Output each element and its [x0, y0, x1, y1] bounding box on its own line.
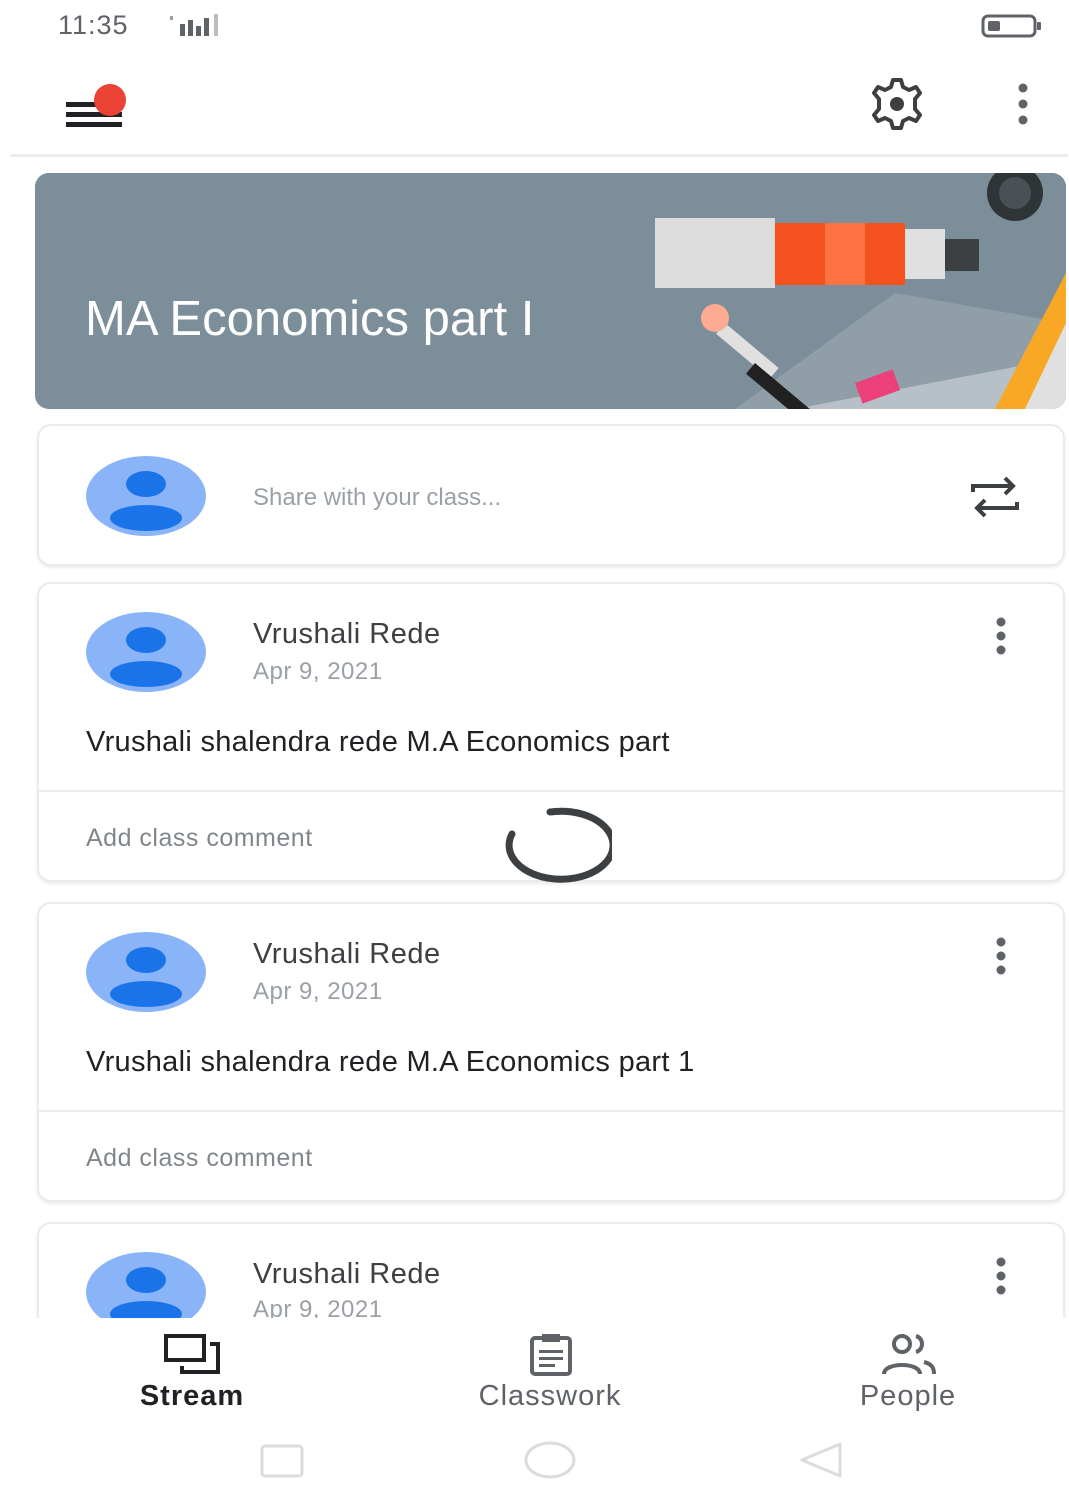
post-more-icon[interactable]	[983, 934, 1019, 978]
recents-icon[interactable]	[258, 1440, 306, 1480]
post-body: Vrushali shalendra rede M.A Economics pa…	[86, 726, 670, 758]
add-comment-link[interactable]: Add class comment	[86, 824, 313, 853]
post-divider	[39, 790, 1063, 792]
repost-icon[interactable]	[967, 474, 1023, 520]
tab-stream[interactable]: Stream	[82, 1318, 302, 1428]
tab-classwork[interactable]: Classwork	[440, 1318, 660, 1428]
app-bar-divider	[10, 154, 1068, 157]
add-comment-link[interactable]: Add class comment	[86, 1144, 313, 1173]
people-icon	[882, 1334, 936, 1375]
tab-people[interactable]: People	[798, 1318, 1018, 1428]
post-date: Apr 9, 2021	[253, 978, 383, 1005]
share-input[interactable]: Share with your class...	[253, 484, 501, 512]
post-author: Vrushali Rede	[253, 1258, 441, 1290]
status-bar: 11:35	[0, 0, 1069, 56]
post-card[interactable]: Vrushali Rede Apr 9, 2021 Vrushali shale…	[37, 902, 1065, 1202]
bottom-nav: Stream Classwork People	[0, 1318, 1069, 1430]
back-icon[interactable]	[796, 1440, 846, 1480]
loading-spinner-icon	[505, 807, 612, 883]
author-avatar-icon	[86, 932, 206, 1012]
post-more-icon[interactable]	[983, 1254, 1019, 1298]
post-divider	[39, 1110, 1063, 1112]
post-author: Vrushali Rede	[253, 618, 441, 650]
app-bar	[0, 56, 1069, 156]
class-banner[interactable]: MA Economics part I	[35, 173, 1066, 409]
tab-classwork-label: Classwork	[478, 1380, 622, 1412]
signal-icon	[170, 14, 218, 36]
post-more-icon[interactable]	[983, 614, 1019, 658]
post-body: Vrushali shalendra rede M.A Economics pa…	[86, 1046, 695, 1078]
share-card[interactable]: Share with your class...	[37, 424, 1065, 566]
status-time: 11:35	[58, 10, 129, 40]
tab-people-label: People	[859, 1380, 957, 1412]
battery-icon	[981, 14, 1041, 38]
avatar-icon	[86, 456, 206, 536]
settings-icon[interactable]	[862, 78, 932, 130]
system-nav-bar	[0, 1430, 1069, 1488]
menu-icon[interactable]	[62, 72, 134, 136]
more-vert-icon[interactable]	[1004, 78, 1042, 130]
home-icon[interactable]	[522, 1440, 578, 1480]
notification-dot	[94, 84, 126, 116]
tab-stream-label: Stream	[139, 1380, 245, 1412]
stream-icon	[164, 1334, 220, 1374]
classwork-icon	[530, 1334, 572, 1376]
post-author: Vrushali Rede	[253, 938, 441, 970]
author-avatar-icon	[86, 612, 206, 692]
class-title: MA Economics part I	[85, 292, 535, 346]
post-date: Apr 9, 2021	[253, 658, 383, 685]
